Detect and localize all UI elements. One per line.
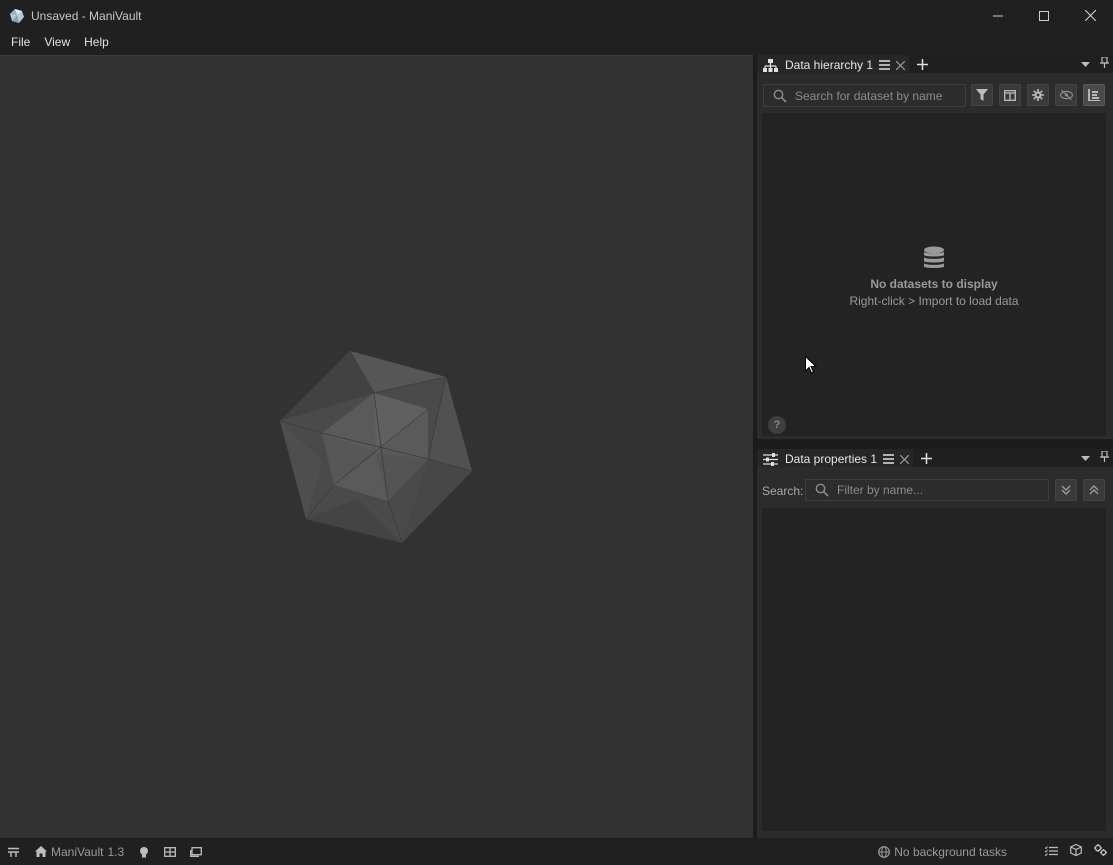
columns-icon [1004, 89, 1016, 101]
menu-bar: File View Help [0, 31, 1113, 53]
close-tab-icon[interactable] [900, 454, 910, 464]
data-properties-panel: Data properties 1 Search: [757, 449, 1113, 838]
horizontal-splitter[interactable] [757, 439, 1113, 449]
chevron-down-icon[interactable] [1081, 57, 1090, 71]
empty-title: No datasets to display [870, 277, 998, 291]
minimize-icon [993, 15, 1003, 16]
task-list-button[interactable] [1044, 845, 1058, 859]
menu-file[interactable]: File [4, 31, 37, 53]
settings-icon [1032, 89, 1044, 101]
properties-search-input[interactable] [837, 483, 1048, 497]
search-icon [815, 483, 829, 497]
hierarchy-icon [763, 58, 778, 72]
globe-icon [878, 845, 891, 858]
empty-subtitle: Right-click > Import to load data [849, 294, 1019, 308]
panels-toggle[interactable] [8, 847, 19, 857]
close-button[interactable] [1067, 0, 1113, 31]
menu-icon[interactable] [883, 454, 895, 464]
plugins-button[interactable] [138, 846, 150, 858]
pin-icon[interactable] [1100, 56, 1109, 71]
properties-view[interactable] [762, 508, 1106, 831]
layout-button[interactable] [164, 846, 177, 857]
cube-icon [1070, 843, 1082, 857]
panels-icon [8, 847, 19, 857]
properties-search-field[interactable] [805, 479, 1049, 501]
close-tab-icon[interactable] [896, 60, 906, 70]
data-properties-tabbar: Data properties 1 [757, 449, 1113, 467]
icosahedron-logo [279, 350, 473, 544]
collapse-all-button[interactable] [1083, 479, 1105, 501]
scroll-icon [190, 846, 203, 857]
chevron-down-icon[interactable] [1081, 451, 1090, 465]
table-icon [164, 846, 177, 857]
main-viewer[interactable] [0, 55, 753, 838]
start-page-button[interactable]: ManiVault 1.3 [35, 845, 124, 859]
hidden-toggle-button[interactable] [1055, 84, 1077, 106]
title-bar: Unsaved - ManiVault [0, 0, 1113, 31]
search-icon [773, 89, 787, 103]
tab-data-hierarchy[interactable]: Data hierarchy 1 [757, 55, 910, 73]
minimize-button[interactable] [975, 0, 1021, 31]
logging-button[interactable] [190, 846, 203, 857]
background-tasks-status[interactable]: No background tasks [878, 845, 1007, 859]
expand-button[interactable] [1083, 84, 1105, 106]
task-list-icon [1044, 845, 1058, 856]
collapse-all-icon [1089, 485, 1099, 495]
add-tab-icon[interactable] [915, 57, 929, 71]
app-version: 1.3 [107, 844, 125, 859]
background-tasks-text: No background tasks [894, 844, 1007, 859]
filter-icon [976, 89, 988, 101]
sliders-icon [763, 452, 778, 466]
settings-button[interactable] [1027, 84, 1049, 106]
tab-data-properties[interactable]: Data properties 1 [757, 449, 914, 467]
hidden-icon [1059, 90, 1073, 100]
data-manager-button[interactable] [1070, 843, 1082, 859]
dataset-search-field[interactable] [763, 84, 966, 107]
tab-label: Data properties 1 [785, 452, 878, 466]
empty-state: No datasets to display Right-click > Imp… [762, 246, 1106, 308]
search-label: Search: [762, 484, 804, 498]
filter-button[interactable] [971, 84, 993, 106]
expand-all-icon [1061, 485, 1071, 495]
home-icon [35, 846, 47, 857]
expand-all-button[interactable] [1055, 479, 1077, 501]
settings-button[interactable] [1094, 844, 1107, 859]
help-button[interactable]: ? [768, 416, 786, 434]
expand-icon [1088, 89, 1100, 101]
maximize-button[interactable] [1021, 0, 1067, 31]
status-bar: ManiVault 1.3 No background tasks [0, 838, 1113, 865]
app-logo-icon [10, 8, 24, 23]
mouse-cursor-icon [805, 356, 817, 374]
columns-button[interactable] [999, 84, 1021, 106]
data-hierarchy-tabbar: Data hierarchy 1 [757, 55, 1113, 73]
menu-icon[interactable] [879, 60, 891, 70]
add-tab-icon[interactable] [919, 451, 933, 465]
dataset-tree-view[interactable]: No datasets to display Right-click > Imp… [762, 113, 1106, 436]
menu-view[interactable]: View [37, 31, 77, 53]
plugin-icon [140, 846, 149, 857]
app-name: ManiVault [51, 844, 104, 859]
gears-icon [1094, 844, 1107, 856]
dataset-search-input[interactable] [795, 88, 965, 103]
database-icon [924, 246, 944, 268]
menu-help[interactable]: Help [77, 31, 116, 53]
data-hierarchy-panel: Data hierarchy 1 Search for dataset by n… [757, 55, 1113, 439]
tab-label: Data hierarchy 1 [785, 58, 874, 72]
window-title: Unsaved - ManiVault [31, 8, 142, 23]
close-icon [1084, 10, 1096, 21]
pin-icon[interactable] [1100, 450, 1109, 465]
maximize-icon [1039, 10, 1049, 21]
